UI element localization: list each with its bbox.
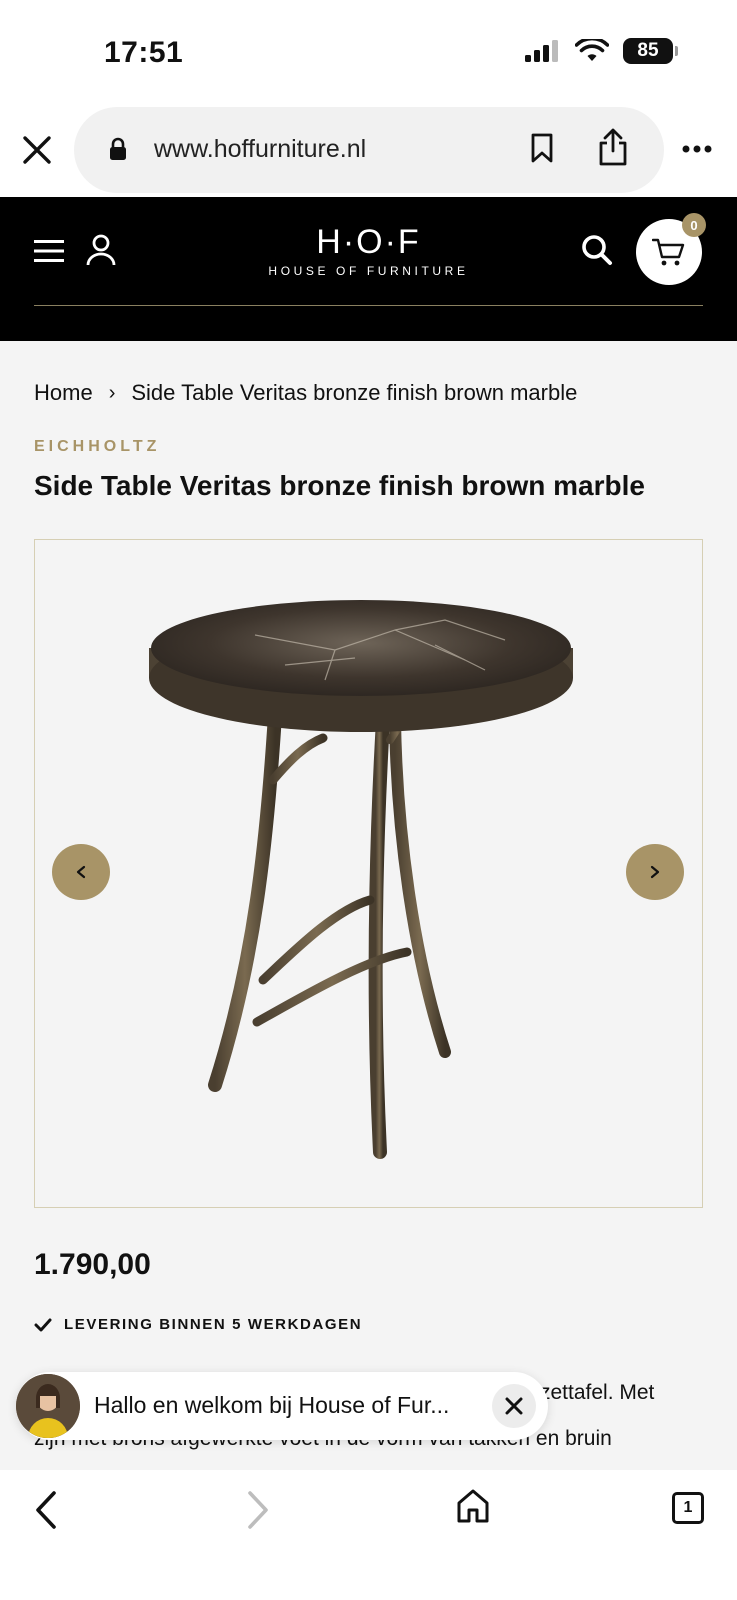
forward-arrow-icon[interactable] — [246, 1490, 270, 1530]
browser-toolbar: 1 — [0, 1470, 737, 1600]
checkmark-icon — [34, 1318, 52, 1331]
tabs-button[interactable]: 1 — [672, 1492, 704, 1524]
battery-indicator: 85 — [623, 38, 678, 64]
cellular-signal-icon — [525, 40, 558, 62]
cart-count-badge: 0 — [682, 213, 706, 237]
breadcrumb-current: Side Table Veritas bronze finish brown m… — [131, 380, 578, 405]
description-text-line: zettafel. Met — [540, 1381, 655, 1404]
header-divider — [34, 305, 703, 306]
chat-avatar[interactable] — [16, 1374, 80, 1438]
status-icons: 85 — [525, 38, 678, 64]
browser-address-row: www.hoffurniture.nl — [0, 105, 737, 197]
lock-icon — [110, 137, 126, 160]
wifi-icon — [575, 39, 609, 61]
chevron-right-icon — [650, 865, 660, 879]
delivery-text: LEVERING BINNEN 5 WERKDAGEN — [64, 1316, 363, 1333]
product-price: 1.790,00 — [34, 1248, 151, 1281]
product-gallery[interactable] — [34, 539, 703, 1208]
logo-subtitle: HOUSE OF FURNITURE — [268, 264, 469, 278]
close-icon[interactable] — [22, 135, 52, 165]
breadcrumb: Home › Side Table Veritas bronze finish … — [34, 380, 577, 406]
logo-main-text: H·O·F — [316, 223, 421, 261]
more-options-icon[interactable] — [682, 145, 712, 153]
product-title: Side Table Veritas bronze finish brown m… — [34, 470, 645, 501]
status-bar: 17:51 85 — [0, 0, 737, 105]
delivery-info: LEVERING BINNEN 5 WERKDAGEN — [34, 1316, 362, 1333]
agent-avatar-image — [16, 1374, 80, 1438]
gallery-prev-button[interactable] — [52, 844, 110, 900]
gallery-next-button[interactable] — [626, 844, 684, 900]
cart-icon — [652, 238, 685, 266]
product-brand[interactable]: EICHHOLTZ — [34, 438, 160, 456]
tab-count: 1 — [683, 1499, 693, 1516]
battery-level: 85 — [637, 40, 659, 61]
address-bar[interactable]: www.hoffurniture.nl — [74, 107, 664, 193]
chat-message: Hallo en welkom bij House of Fur... — [94, 1392, 450, 1418]
back-arrow-icon[interactable] — [34, 1490, 58, 1530]
url-text: www.hoffurniture.nl — [154, 135, 367, 163]
chat-welcome-bubble[interactable]: Hallo en welkom bij House of Fur... — [16, 1372, 548, 1440]
breadcrumb-home-link[interactable]: Home — [34, 380, 93, 406]
close-icon — [505, 1397, 523, 1415]
chevron-right-icon: › — [108, 381, 116, 404]
search-icon[interactable] — [580, 233, 614, 267]
product-image — [149, 600, 573, 1159]
chevron-left-icon — [76, 865, 86, 879]
home-icon[interactable] — [456, 1488, 490, 1524]
status-time: 17:51 — [104, 36, 184, 69]
site-header: H·O·F HOUSE OF FURNITURE 0 — [0, 197, 737, 341]
site-logo[interactable]: H·O·F HOUSE OF FURNITURE — [0, 223, 737, 278]
chat-close-button[interactable] — [492, 1384, 536, 1428]
bookmark-icon[interactable] — [529, 132, 555, 164]
share-icon[interactable] — [596, 127, 630, 167]
